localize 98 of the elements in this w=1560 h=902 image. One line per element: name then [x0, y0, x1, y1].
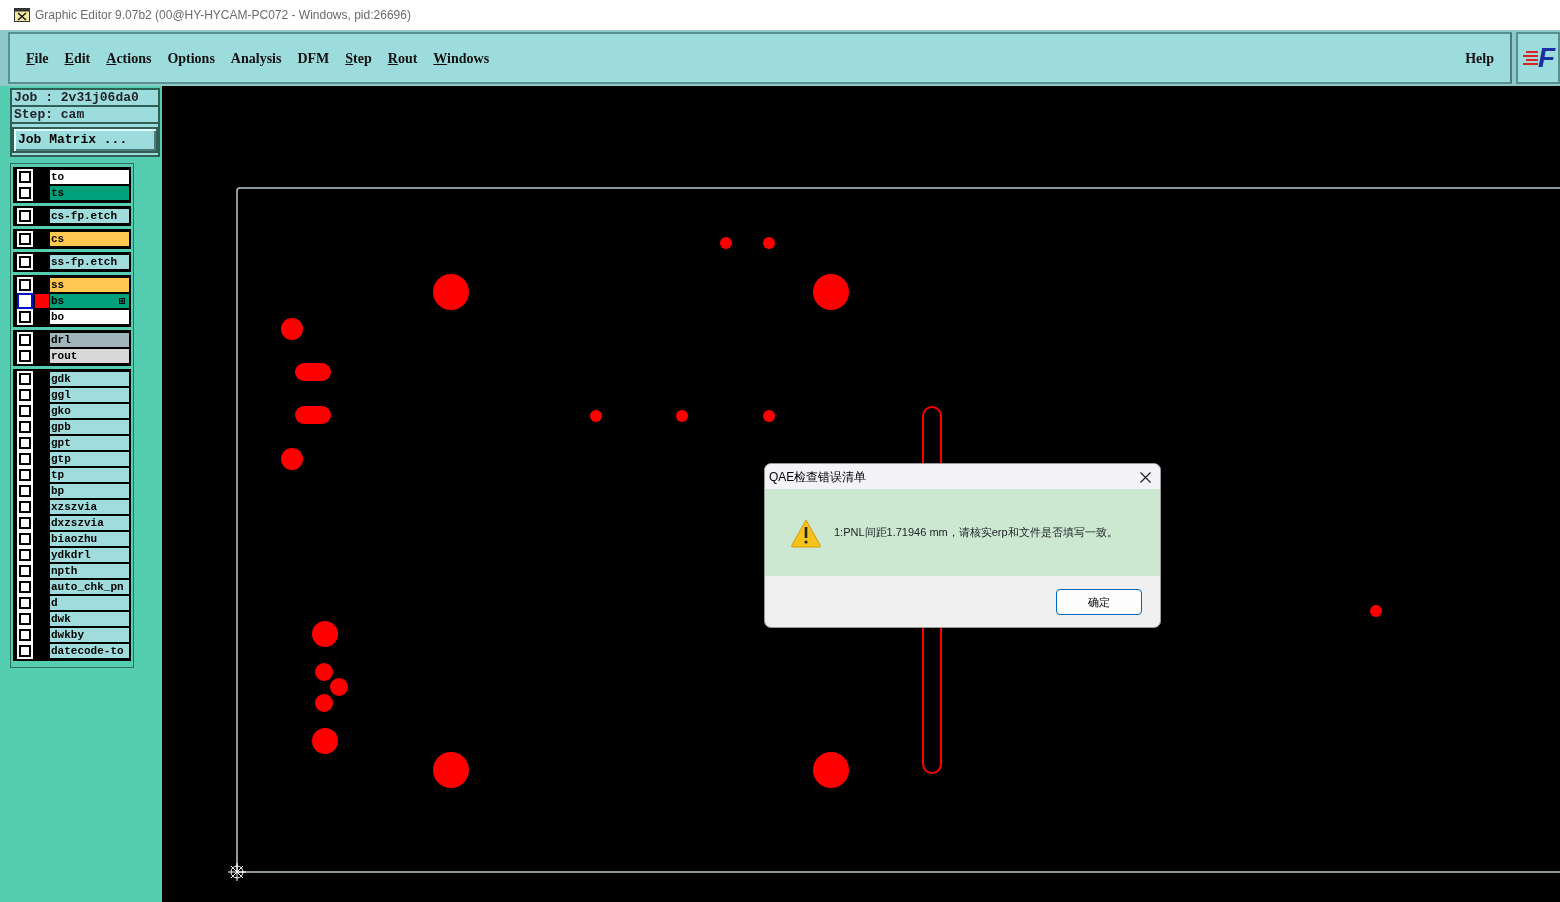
layer-checkbox[interactable]: [19, 278, 31, 291]
layer-checkbox[interactable]: [19, 580, 31, 593]
layer-checkbox[interactable]: [19, 186, 31, 199]
layer-name[interactable]: ggl: [50, 387, 129, 402]
pad-shape: [1370, 605, 1382, 617]
help-menu[interactable]: Help: [1457, 47, 1502, 69]
origin-crosshair-icon: [227, 862, 247, 882]
layer-name[interactable]: ydkdrl: [50, 547, 129, 562]
pad-shape: [590, 410, 602, 422]
layer-name[interactable]: biaozhu: [50, 531, 129, 546]
pad-shape: [315, 694, 333, 712]
menu-item[interactable]: DFM: [289, 47, 338, 69]
layer-checkbox[interactable]: [19, 452, 31, 465]
layer-name[interactable]: auto_chk_pn: [50, 579, 129, 594]
menu-item[interactable]: File: [18, 47, 57, 69]
layer-checkbox[interactable]: [19, 255, 31, 268]
layer-name[interactable]: to: [50, 169, 129, 184]
layer-name[interactable]: gko: [50, 403, 129, 418]
dialog-title: QAE检查错误清单: [769, 468, 868, 486]
layer-name[interactable]: gdk: [50, 371, 129, 386]
layer-name[interactable]: d: [50, 595, 129, 610]
layer-checkbox[interactable]: [19, 532, 31, 545]
layer-checkbox[interactable]: [19, 420, 31, 433]
pad-shape: [813, 274, 849, 310]
layer-name[interactable]: dwk: [50, 611, 129, 626]
layer-name[interactable]: gpt: [50, 435, 129, 450]
app-icon: [14, 8, 30, 22]
menu-item[interactable]: Rout: [379, 47, 426, 69]
layer-name[interactable]: tp: [50, 467, 129, 482]
layer-checkbox[interactable]: [19, 436, 31, 449]
layer-checkbox[interactable]: [19, 516, 31, 529]
layer-name[interactable]: datecode-to: [50, 643, 129, 658]
layer-checkbox[interactable]: [19, 170, 31, 183]
menu-item[interactable]: Actions: [98, 47, 160, 69]
pad-shape: [312, 728, 338, 754]
layer-name[interactable]: dwkby: [50, 627, 129, 642]
pad-shape: [813, 752, 849, 788]
layer-checkbox[interactable]: [19, 644, 31, 657]
layer-checkbox[interactable]: [19, 484, 31, 497]
menu-item[interactable]: Windows: [425, 47, 498, 69]
logo: F: [1516, 32, 1560, 84]
oblong-pad-shape: [295, 363, 331, 381]
job-label: Job : 2v31j06da0: [10, 88, 160, 107]
layer-name[interactable]: npth: [50, 563, 129, 578]
layer-name[interactable]: cs-fp.etch: [50, 208, 129, 223]
layer-checkbox[interactable]: [19, 596, 31, 609]
layer-checkbox[interactable]: [19, 349, 31, 362]
error-message: 1:PNL间距1.71946 mm，请核实erp和文件是否填写一致。: [834, 525, 1118, 541]
layer-name[interactable]: gpb: [50, 419, 129, 434]
pad-shape: [433, 752, 469, 788]
pad-shape: [433, 274, 469, 310]
layer-checkbox[interactable]: [19, 548, 31, 561]
layer-checkbox[interactable]: [19, 333, 31, 346]
menu-item[interactable]: Step: [337, 47, 380, 69]
menu-item[interactable]: Analysis: [222, 47, 290, 69]
pad-shape: [720, 237, 732, 249]
layer-checkbox[interactable]: [19, 468, 31, 481]
menu-item[interactable]: Options: [159, 47, 223, 69]
warning-icon: [790, 517, 822, 548]
layer-checkbox[interactable]: [19, 612, 31, 625]
window-title: Graphic Editor 9.07b2 (00@HY-HYCAM-PC072 - Windows, pid:26696): [35, 7, 411, 24]
layer-checkbox[interactable]: [19, 209, 31, 222]
ok-button[interactable]: 确定: [1056, 589, 1142, 615]
close-icon: [1139, 471, 1151, 483]
pad-shape: [763, 410, 775, 422]
layer-name[interactable]: bp: [50, 483, 129, 498]
layer-name[interactable]: cs: [50, 231, 129, 246]
step-label: Step: cam: [10, 107, 160, 124]
pad-shape: [763, 237, 775, 249]
layer-checkbox[interactable]: [19, 500, 31, 513]
grid-icon: [119, 297, 125, 304]
layer-name[interactable]: ss-fp.etch: [50, 254, 129, 269]
layer-name[interactable]: rout: [50, 348, 129, 363]
layer-checkbox[interactable]: [19, 564, 31, 577]
layer-checkbox[interactable]: [19, 372, 31, 385]
layer-checkbox[interactable]: [19, 310, 31, 323]
layer-name[interactable]: gtp: [50, 451, 129, 466]
oblong-pad-shape: [295, 406, 331, 424]
pad-shape: [676, 410, 688, 422]
layer-checkbox[interactable]: [19, 404, 31, 417]
layer-checkbox[interactable]: [19, 388, 31, 401]
pad-shape: [315, 663, 333, 681]
layer-name[interactable]: bo: [50, 309, 129, 324]
layer-name[interactable]: bs: [50, 293, 129, 308]
layer-checkbox[interactable]: [19, 232, 31, 245]
speed-lines-icon: [1522, 50, 1538, 66]
layer-checkbox[interactable]: [19, 628, 31, 641]
layer-name[interactable]: ts: [50, 185, 129, 200]
layer-name[interactable]: ss: [50, 277, 129, 292]
pad-shape: [281, 318, 303, 340]
layer-name[interactable]: xzszvia: [50, 499, 129, 514]
pad-shape: [312, 621, 338, 647]
pad-shape: [281, 448, 303, 470]
layer-name[interactable]: dxzszvia: [50, 515, 129, 530]
job-matrix-button[interactable]: Job Matrix ...: [12, 127, 158, 153]
pad-shape: [330, 678, 348, 696]
menu-item[interactable]: Edit: [56, 47, 99, 69]
layer-name[interactable]: drl: [50, 332, 129, 347]
